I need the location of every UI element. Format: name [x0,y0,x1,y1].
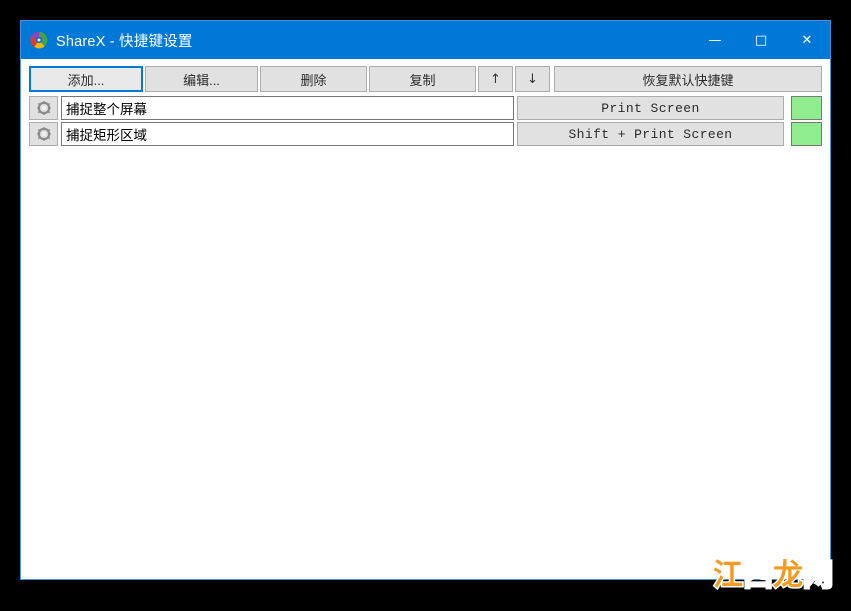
close-button[interactable]: ✕ [784,21,830,59]
hotkey-status-indicator [791,96,822,120]
maximize-button[interactable]: □ [738,21,784,59]
close-icon: ✕ [801,32,813,48]
hotkey-toolbar: 添加... 编辑... 删除 复制 ↑ ↓ 恢复默认快捷键 [29,66,822,92]
window-titlebar: ShareX - 快捷键设置 — □ ✕ [21,21,830,59]
gear-icon [36,127,51,141]
hotkey-button[interactable]: Shift + Print Screen [517,122,784,146]
hotkey-row: 捕捉整个屏幕 Print Screen [29,96,822,120]
reset-hotkeys-label: 恢复默认快捷键 [642,72,734,88]
copy-hotkey-label: 复制 [409,72,436,88]
move-up-button[interactable]: ↑ [478,66,513,92]
minimize-button[interactable]: — [692,21,738,59]
window-controls: — □ ✕ [692,21,830,59]
reset-hotkeys-button[interactable]: 恢复默认快捷键 [554,66,822,92]
hotkey-row: 捕捉矩形区域 Shift + Print Screen [29,122,822,146]
delete-hotkey-button[interactable]: 删除 [260,66,367,92]
hotkey-label: Print Screen [601,100,700,116]
move-down-button[interactable]: ↓ [515,66,550,92]
screen-root: ShareX - 快捷键设置 — □ ✕ 添加... 编辑... 删除 复制 ↑… [0,0,851,611]
task-settings-button[interactable] [29,122,58,146]
sharex-logo-icon [30,31,48,49]
hotkey-status-indicator [791,122,822,146]
task-settings-button[interactable] [29,96,58,120]
task-name-text: 捕捉矩形区域 [66,128,147,143]
task-name-field[interactable]: 捕捉整个屏幕 [61,96,514,120]
arrow-up-icon: ↑ [490,71,501,87]
delete-hotkey-label: 删除 [300,72,327,88]
task-name-text: 捕捉整个屏幕 [66,102,147,117]
minimize-icon: — [708,32,722,48]
window-client-area: 添加... 编辑... 删除 复制 ↑ ↓ 恢复默认快捷键 捕捉整个屏幕 Pri… [21,59,830,579]
hotkey-button[interactable]: Print Screen [517,96,784,120]
sharex-hotkey-settings-window: ShareX - 快捷键设置 — □ ✕ 添加... 编辑... 删除 复制 ↑… [20,20,831,580]
copy-hotkey-button[interactable]: 复制 [369,66,476,92]
maximize-icon: □ [754,32,768,48]
hotkey-label: Shift + Print Screen [568,126,733,142]
task-name-field[interactable]: 捕捉矩形区域 [61,122,514,146]
hotkey-list: 捕捉整个屏幕 Print Screen 捕捉矩形区域 Shift + Print… [29,96,822,146]
edit-hotkey-label: 编辑... [183,72,220,88]
gear-icon [36,101,51,115]
arrow-down-icon: ↓ [527,71,538,87]
edit-hotkey-button[interactable]: 编辑... [145,66,258,92]
window-title: ShareX - 快捷键设置 [56,33,193,50]
add-hotkey-label: 添加... [67,72,105,88]
add-hotkey-button[interactable]: 添加... [29,66,143,92]
